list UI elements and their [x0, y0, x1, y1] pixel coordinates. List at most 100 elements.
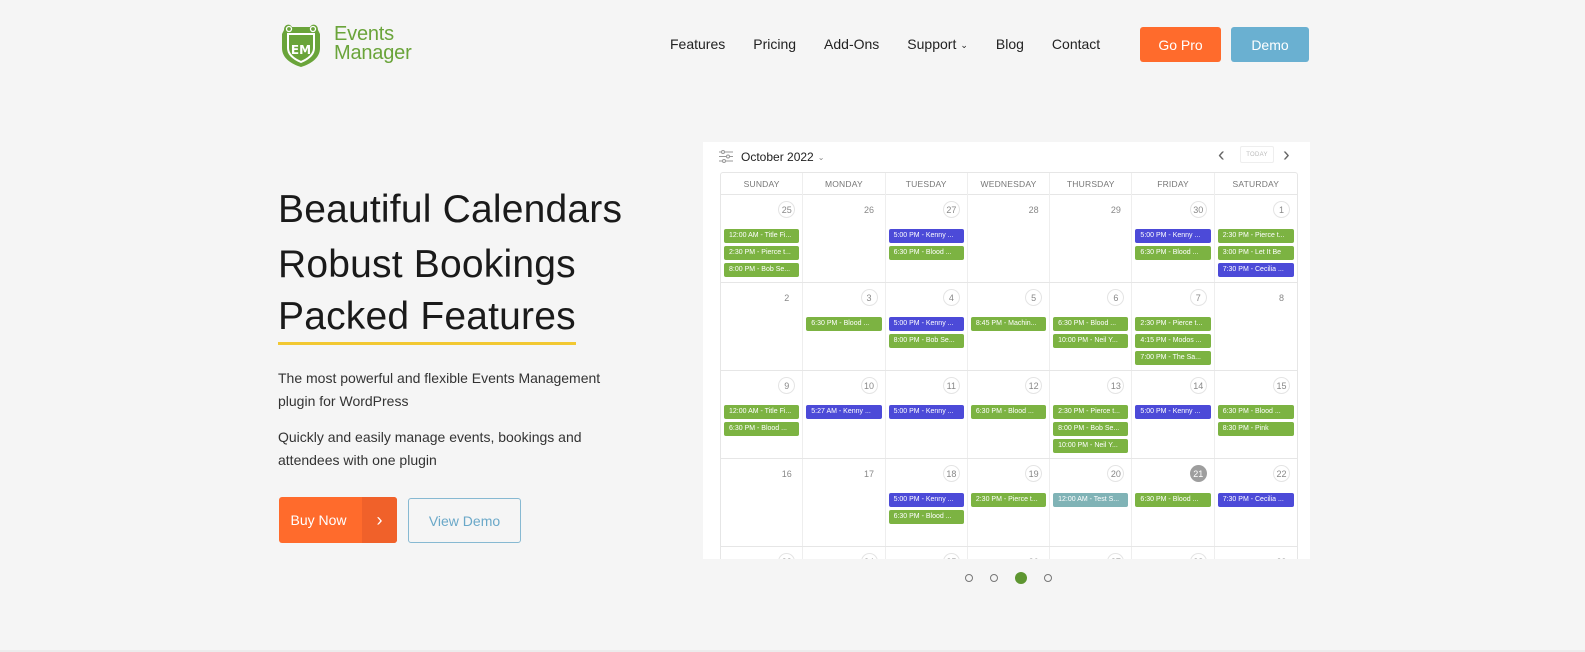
brand-logo[interactable]: EM Events Manager [278, 20, 412, 68]
chevron-down-icon: ⌄ [960, 39, 968, 50]
calendar-day[interactable]: 7 2:30 PM - Pierce t... 4:15 PM - Modos ..… [1132, 283, 1215, 370]
calendar-event[interactable]: 5:00 PM - Kenny ... [888, 317, 964, 331]
slider-dot[interactable] [1044, 574, 1052, 582]
calendar-event[interactable]: 2:30 PM - Pierce t... [724, 246, 800, 260]
calendar-day[interactable]: 15 6:30 PM - Blood ... 8:30 PM - Pink [1215, 371, 1297, 458]
calendar-event[interactable]: 4:15 PM - Modos ... [1135, 334, 1211, 348]
calendar-day[interactable]: 22 7:30 PM - Cecilia ... [1215, 459, 1297, 546]
calendar-day[interactable]: 4 5:00 PM - Kenny ... 8:00 PM - Bob Se... [886, 283, 968, 370]
calendar-day[interactable]: 11 5:00 PM - Kenny ... [886, 371, 968, 458]
calendar-day[interactable]: 25 12:00 AM - Title Fi... 2:30 PM - Pierce… [721, 195, 804, 282]
calendar-event[interactable]: 5:00 PM - Kenny ... [888, 405, 964, 419]
day-number: 12 [1025, 377, 1043, 394]
calendar-day[interactable]: 29 [1050, 195, 1133, 282]
nav-blog[interactable]: Blog [996, 36, 1024, 52]
calendar-day[interactable]: 1 2:30 PM - Pierce t... 3:00 PM - Let It B… [1215, 195, 1297, 282]
calendar-event[interactable]: 6:30 PM - Blood ... [1135, 246, 1211, 260]
day-number: 3 [860, 289, 878, 306]
buy-now-button[interactable]: Buy Now › [279, 497, 397, 543]
today-button[interactable]: TODAY [1240, 146, 1274, 163]
calendar-event[interactable]: 8:00 PM - Bob Se... [1053, 422, 1129, 436]
calendar-day[interactable]: 2 [721, 283, 804, 370]
calendar-event[interactable]: 10:00 PM - Neil Y... [1053, 334, 1129, 348]
day-number: 30 [1189, 201, 1207, 218]
calendar-event[interactable]: 6:30 PM - Blood ... [888, 246, 964, 260]
calendar-event[interactable]: 6:30 PM - Blood ... [724, 422, 800, 436]
calendar-event[interactable]: 2:30 PM - Pierce t... [970, 493, 1047, 507]
calendar-event[interactable]: 6:30 PM - Blood ... [1217, 405, 1294, 419]
calendar-day[interactable]: 5 8:45 PM - Machin... [968, 283, 1051, 370]
calendar-day[interactable]: 13 2:30 PM - Pierce t... 8:00 PM - Bob Se.… [1050, 371, 1133, 458]
slider-dot[interactable] [990, 574, 998, 582]
prev-month-icon[interactable]: ‹ [1218, 144, 1225, 167]
nav-features[interactable]: Features [670, 36, 725, 52]
calendar-day[interactable]: 21 6:30 PM - Blood ... [1132, 459, 1215, 546]
calendar-grid: SUNDAY MONDAY TUESDAY WEDNESDAY THURSDAY… [720, 172, 1298, 559]
nav-pricing[interactable]: Pricing [753, 36, 796, 52]
calendar-day[interactable]: 12 6:30 PM - Blood ... [968, 371, 1051, 458]
go-pro-button[interactable]: Go Pro [1140, 27, 1221, 62]
calendar-day[interactable]: 27 [1050, 547, 1133, 559]
day-number: 24 [860, 553, 878, 559]
calendar-day[interactable]: 27 5:00 PM - Kenny ... 6:30 PM - Blood ... [886, 195, 968, 282]
calendar-event[interactable]: 6:30 PM - Blood ... [970, 405, 1047, 419]
calendar-day[interactable]: 26 [803, 195, 886, 282]
calendar-event[interactable]: 7:30 PM - Cecilia ... [1217, 263, 1294, 277]
calendar-day[interactable]: 26 [968, 547, 1051, 559]
calendar-event[interactable]: 2:30 PM - Pierce t... [1053, 405, 1129, 419]
calendar-day[interactable]: 8 [1215, 283, 1297, 370]
calendar-day[interactable]: 24 [803, 547, 886, 559]
view-demo-button[interactable]: View Demo [408, 498, 521, 543]
calendar-event[interactable]: 5:00 PM - Kenny ... [888, 493, 964, 507]
calendar-event[interactable]: 2:30 PM - Pierce t... [1135, 317, 1211, 331]
calendar-day[interactable]: 29 [1215, 547, 1297, 560]
month-selector[interactable]: October 2022 ⌄ [741, 150, 824, 164]
calendar-day[interactable]: 10 5:27 AM - Kenny ... [803, 371, 886, 458]
calendar-day[interactable]: 19 2:30 PM - Pierce t... [968, 459, 1051, 546]
hero-line-1: Beautiful Calendars [278, 188, 623, 231]
calendar-event[interactable]: 6:30 PM - Blood ... [1053, 317, 1129, 331]
calendar-event[interactable]: 6:30 PM - Blood ... [1135, 493, 1211, 507]
calendar-event[interactable]: 8:30 PM - Pink [1217, 422, 1294, 436]
calendar-day[interactable]: 28 [968, 195, 1051, 282]
calendar-event[interactable]: 5:27 AM - Kenny ... [806, 405, 882, 419]
demo-button[interactable]: Demo [1231, 27, 1309, 62]
calendar-event[interactable]: 8:00 PM - Bob Se... [888, 334, 964, 348]
nav-contact[interactable]: Contact [1052, 36, 1100, 52]
filter-sliders-icon[interactable] [719, 150, 733, 163]
calendar-day[interactable]: 30 5:00 PM - Kenny ... 6:30 PM - Blood ... [1132, 195, 1215, 282]
calendar-event[interactable]: 7:30 PM - Cecilia ... [1217, 493, 1294, 507]
calendar-event[interactable]: 6:30 PM - Blood ... [888, 510, 964, 524]
day-number: 13 [1107, 377, 1125, 394]
calendar-event[interactable]: 5:00 PM - Kenny ... [1135, 229, 1211, 243]
calendar-event[interactable]: 3:00 PM - Let It Be [1217, 246, 1294, 260]
calendar-event[interactable]: 5:00 PM - Kenny ... [1135, 405, 1211, 419]
calendar-event[interactable]: 6:30 PM - Blood ... [806, 317, 882, 331]
calendar-day[interactable]: 20 12:00 AM - Test S... [1050, 459, 1133, 546]
nav-add-ons[interactable]: Add-Ons [824, 36, 879, 52]
calendar-day[interactable]: 6 6:30 PM - Blood ... 10:00 PM - Neil Y... [1050, 283, 1133, 370]
day-number: 7 [1189, 289, 1207, 306]
calendar-event[interactable]: 12:00 AM - Title Fi... [724, 405, 800, 419]
calendar-day[interactable]: 14 5:00 PM - Kenny ... [1132, 371, 1215, 458]
calendar-day[interactable]: 28 [1132, 547, 1215, 559]
calendar-event[interactable]: 10:00 PM - Neil Y... [1053, 439, 1129, 453]
calendar-day[interactable]: 16 [721, 459, 804, 546]
calendar-event[interactable]: 12:00 AM - Test S... [1053, 493, 1129, 507]
calendar-day[interactable]: 25 [886, 547, 968, 559]
calendar-event[interactable]: 12:00 AM - Title Fi... [724, 229, 800, 243]
calendar-day[interactable]: 17 [803, 459, 886, 546]
calendar-day[interactable]: 18 5:00 PM - Kenny ... 6:30 PM - Blood ... [886, 459, 968, 546]
calendar-event[interactable]: 8:45 PM - Machin... [970, 317, 1047, 331]
calendar-event[interactable]: 2:30 PM - Pierce t... [1217, 229, 1294, 243]
calendar-day[interactable]: 3 6:30 PM - Blood ... [803, 283, 886, 370]
nav-support[interactable]: Support ⌄ [907, 36, 968, 52]
calendar-day[interactable]: 9 12:00 AM - Title Fi... 6:30 PM - Blood .… [721, 371, 804, 458]
slider-dot-active[interactable] [1015, 572, 1027, 584]
calendar-day[interactable]: 23 [721, 547, 804, 559]
calendar-event[interactable]: 7:00 PM - The Sa... [1135, 351, 1211, 365]
slider-dot[interactable] [965, 574, 973, 582]
next-month-icon[interactable]: › [1283, 144, 1290, 167]
calendar-event[interactable]: 8:00 PM - Bob Se... [724, 263, 800, 277]
calendar-event[interactable]: 5:00 PM - Kenny ... [888, 229, 964, 243]
